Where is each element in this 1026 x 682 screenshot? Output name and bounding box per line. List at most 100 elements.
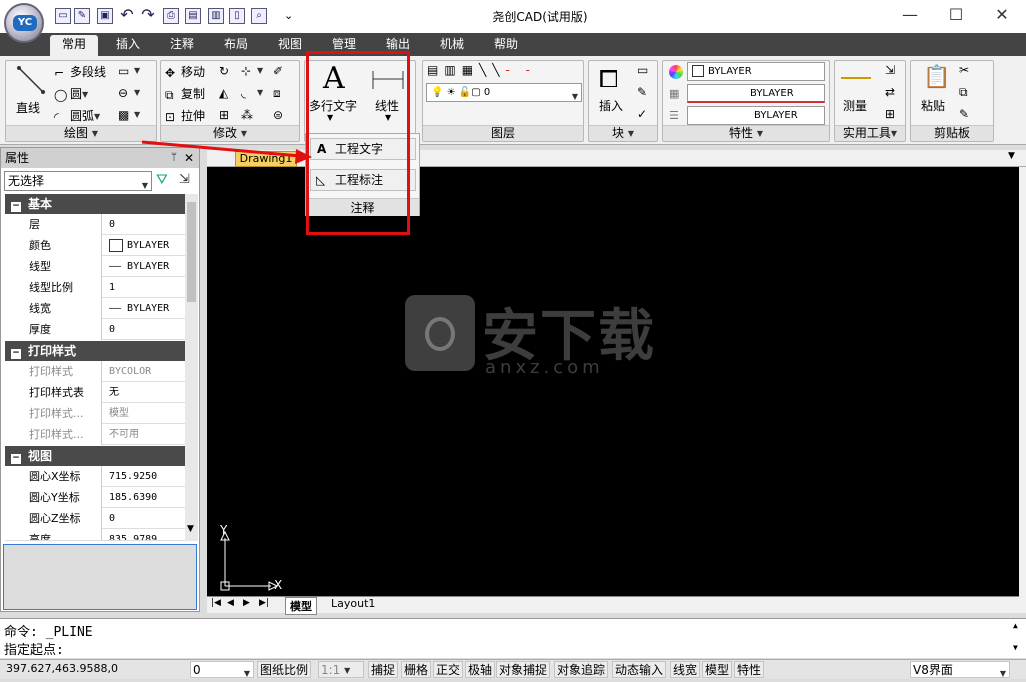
model-toggle[interactable]: 模型	[702, 661, 733, 678]
close-button[interactable]: ✕	[982, 4, 1022, 26]
trim-button[interactable]: ⊹ ▼	[241, 63, 263, 78]
move-button[interactable]: ✥ 移动	[165, 63, 205, 80]
create-block-icon[interactable]: ▭	[637, 63, 648, 77]
properties-toggle[interactable]: 特性	[734, 661, 765, 678]
prop-row[interactable]: 打印样式 BYCOLOR	[5, 361, 185, 382]
line-button[interactable]: 直线	[16, 99, 40, 116]
redo-icon[interactable]: ↷	[140, 7, 156, 24]
otrack-toggle[interactable]: 对象追踪	[554, 661, 609, 678]
array-button[interactable]: ⁂	[241, 107, 257, 122]
scrollbar-thumb[interactable]	[187, 202, 196, 302]
plot-preview-icon[interactable]: ▤	[185, 8, 201, 24]
tab-model[interactable]: 模型	[285, 597, 317, 615]
save-icon[interactable]: ▣	[97, 8, 113, 24]
linetype-dash-icon[interactable]: - -	[506, 63, 536, 77]
ellipse-button[interactable]: ⊖ ▼	[118, 85, 140, 100]
copy-button[interactable]: ⧉ 复制	[165, 85, 205, 102]
lineweight-combo[interactable]: BYLAYER	[687, 106, 825, 125]
tab-annotate[interactable]: 注释	[158, 35, 206, 56]
color-combo[interactable]: BYLAYER	[687, 62, 825, 81]
new-file-icon[interactable]: ▭	[55, 8, 71, 24]
prop-row[interactable]: 高度 835.9789	[5, 529, 185, 541]
modify-group-label[interactable]: 修改 ▼	[161, 125, 299, 141]
section-basic[interactable]: − 基本	[5, 194, 185, 214]
prop-row[interactable]: 厚度 0	[5, 319, 185, 340]
dynamic-input-toggle[interactable]: 动态输入	[612, 661, 667, 678]
tab-home[interactable]: 常用	[50, 35, 98, 56]
snap-toggle[interactable]: 捕捉	[368, 661, 399, 678]
match-properties-icon[interactable]: ✎	[959, 107, 969, 121]
rotate-button[interactable]: ↻	[219, 63, 235, 78]
layer-manager-icon[interactable]: ▤	[427, 63, 444, 77]
properties-scrollbar[interactable]: ▼	[185, 194, 198, 541]
prop-row[interactable]: 圆心Z坐标 0	[5, 508, 185, 529]
circle-button[interactable]: ◯ 圆▼	[54, 85, 88, 102]
scale-select[interactable]: 1:1 ▼	[318, 661, 364, 678]
first-tab-icon[interactable]: |◀	[211, 598, 221, 608]
attribute-icon[interactable]: ✓	[637, 107, 647, 121]
scroll-down-icon[interactable]: ▼	[187, 524, 194, 534]
filter-icon[interactable]: ⛛	[156, 172, 168, 188]
scroll-down-icon[interactable]: ▼	[1013, 643, 1018, 652]
polar-toggle[interactable]: 极轴	[465, 661, 496, 678]
lineweight-toggle[interactable]: 线宽	[670, 661, 701, 678]
block-group-label[interactable]: 块 ▼	[589, 125, 657, 141]
match-icon[interactable]: ⇄	[885, 85, 895, 99]
layers-group-label[interactable]: 图层	[423, 125, 583, 141]
selection-combo[interactable]: 无选择 ▼	[4, 171, 152, 191]
open-file-icon[interactable]: ✎	[74, 8, 90, 24]
scroll-up-icon[interactable]: ▲	[1013, 621, 1018, 630]
fillet-button[interactable]: ◟ ▼	[241, 85, 263, 100]
ui-mode-select[interactable]: V8界面 ▼	[910, 661, 1010, 678]
select-all-icon[interactable]: ⊞	[885, 107, 895, 121]
line-dash-icon[interactable]: ╲	[492, 63, 505, 77]
prev-tab-icon[interactable]: ◀	[227, 598, 234, 608]
tab-insert[interactable]: 插入	[104, 35, 152, 56]
document-icon[interactable]: ▯	[229, 8, 245, 24]
mirror-button[interactable]: ◭	[219, 85, 235, 100]
offset-button[interactable]: ⊜	[273, 107, 289, 122]
arc-button[interactable]: ◜ 圆弧▼	[54, 107, 100, 124]
prop-row[interactable]: 层0	[5, 214, 185, 235]
clipboard-group-label[interactable]: 剪贴板	[911, 125, 993, 141]
chevron-down-icon[interactable]: ▼	[1008, 151, 1015, 161]
tab-mechanical[interactable]: 机械	[428, 35, 476, 56]
section-plot-style[interactable]: − 打印样式	[5, 341, 185, 361]
quick-select-panel-icon[interactable]: ⇲	[179, 172, 190, 187]
layer-combo[interactable]: 💡 ☀ 🔓▢ 0 ▼	[426, 83, 582, 102]
command-window[interactable]: 命令: _PLINE 指定起点: ▲ ▼	[0, 618, 1026, 658]
app-logo[interactable]: YC	[4, 3, 44, 43]
publish-icon[interactable]: ▥	[208, 8, 224, 24]
prop-row[interactable]: 线宽 —— BYLAYER	[5, 298, 185, 319]
tab-layout1[interactable]: Layout1	[327, 597, 379, 610]
next-tab-icon[interactable]: ▶	[243, 598, 250, 608]
prop-row[interactable]: 圆心Y坐标 185.6390	[5, 487, 185, 508]
linetype-combo[interactable]: BYLAYER	[687, 84, 825, 103]
prop-row[interactable]: 圆心X坐标 715.9250	[5, 466, 185, 487]
minimize-button[interactable]: —	[890, 4, 930, 26]
prop-row[interactable]: 打印样式... 不可用	[5, 424, 185, 445]
prop-row[interactable]: 打印样式... 模型	[5, 403, 185, 424]
paste-button[interactable]: 粘贴	[921, 97, 945, 114]
maximize-button[interactable]: ☐	[936, 4, 976, 26]
measure-button[interactable]: 测量	[843, 97, 867, 114]
section-view[interactable]: − 视图	[5, 446, 185, 466]
prop-row[interactable]: 颜色 BYLAYER	[5, 235, 185, 256]
last-tab-icon[interactable]: ▶|	[259, 598, 269, 608]
prop-row[interactable]: 线型比例 1	[5, 277, 185, 298]
hatch-button[interactable]: ▩ ▼	[118, 107, 140, 122]
explode-button[interactable]: ⧈	[273, 85, 289, 100]
ortho-toggle[interactable]: 正交	[433, 661, 464, 678]
zoom-icon[interactable]: ⌕	[251, 8, 267, 24]
grid-toggle[interactable]: 栅格	[401, 661, 432, 678]
print-icon[interactable]: ⎙	[163, 8, 179, 24]
prop-row[interactable]: 线型 —— BYLAYER	[5, 256, 185, 277]
insert-button[interactable]: 插入	[599, 97, 623, 114]
line-tool-icon[interactable]: ╲	[479, 63, 492, 77]
prop-row[interactable]: 打印样式表无	[5, 382, 185, 403]
layer-match-icon[interactable]: ▦	[462, 63, 479, 77]
utilities-group-label[interactable]: 实用工具▼	[835, 125, 905, 141]
edit-block-icon[interactable]: ✎	[637, 85, 647, 99]
osnap-toggle[interactable]: 对象捕捉	[496, 661, 551, 678]
erase-button[interactable]: ✐	[273, 63, 289, 78]
